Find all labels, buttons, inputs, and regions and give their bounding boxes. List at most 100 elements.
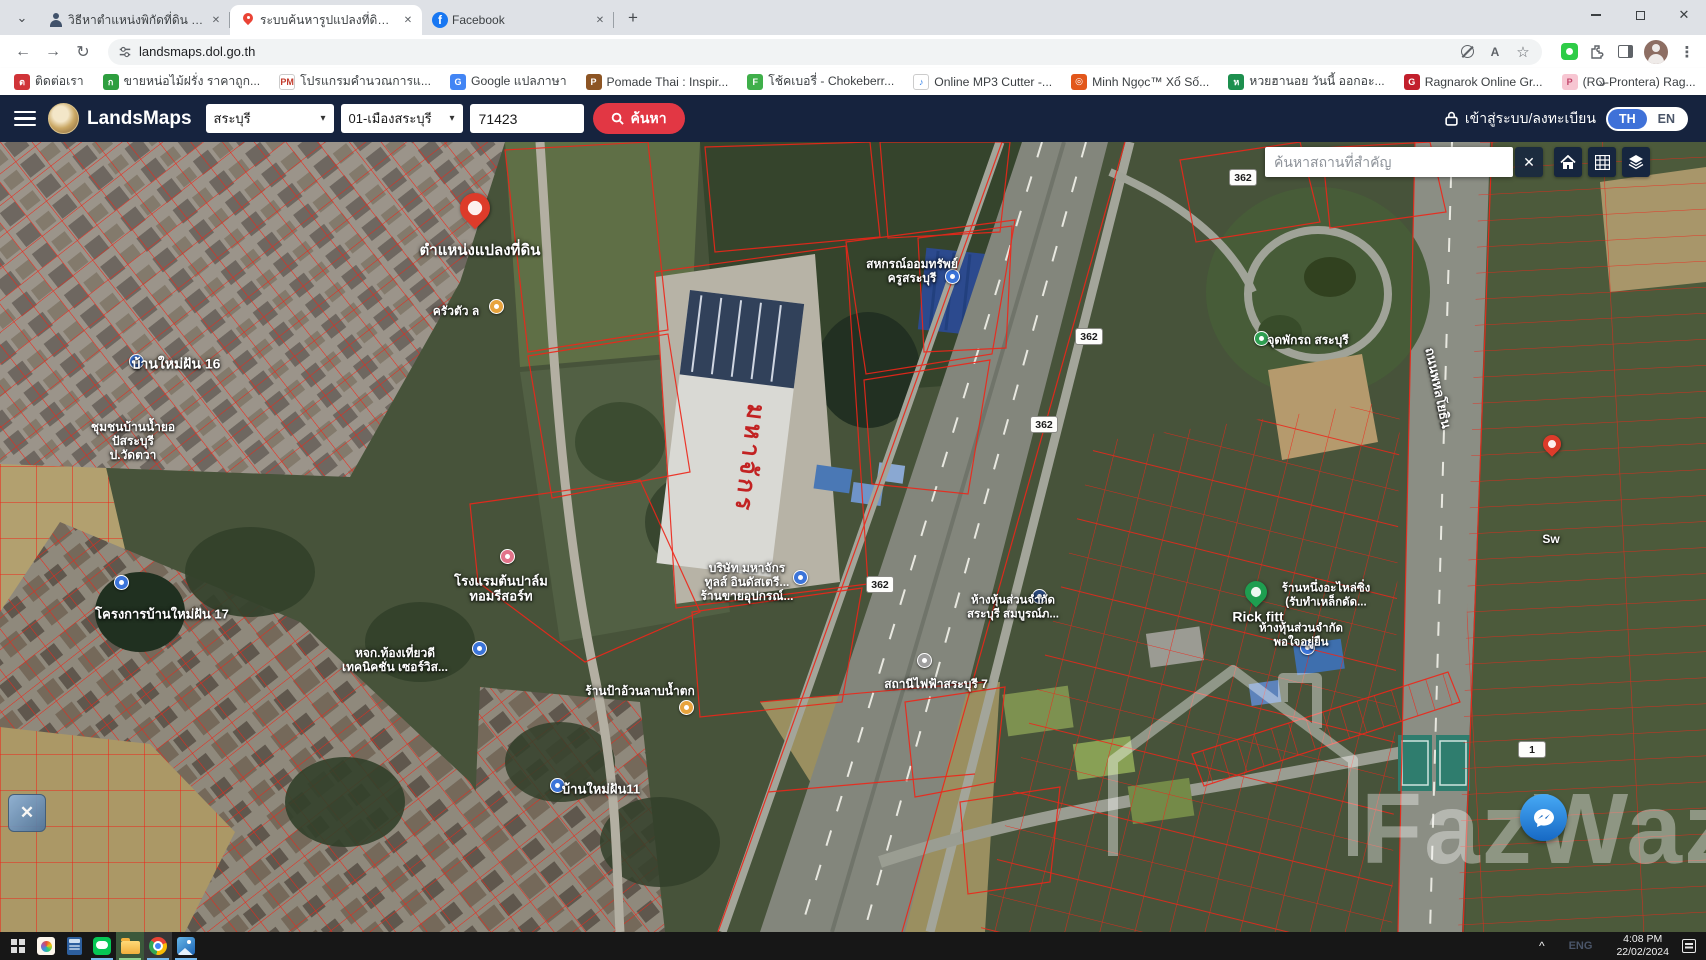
bookmark-favicon: ◎ <box>1071 74 1087 90</box>
tab-search-chevron-icon[interactable]: ⌄ <box>10 6 34 30</box>
taskbar-icon-line[interactable] <box>88 932 116 960</box>
lang-en-button[interactable]: EN <box>1647 109 1686 129</box>
map-viewport[interactable]: มหาจักร <box>0 142 1706 932</box>
bookmark-item[interactable]: PPomade Thai : Inspir... <box>586 72 729 91</box>
browser-tab[interactable]: fFacebook✕ <box>422 5 614 35</box>
map-label: ร้านป้าอ้วนลาบน้ำตก <box>585 684 695 698</box>
map-pin-dot[interactable] <box>500 549 515 564</box>
district-select[interactable]: 01-เมืองสระบุรี ▾ <box>341 104 463 133</box>
map-pin-dot[interactable] <box>489 299 504 314</box>
bookmark-item[interactable]: กขายหน่อไม้ฝรั่ง ราคาถูก... <box>103 72 261 91</box>
map-layers-button[interactable] <box>1622 147 1650 177</box>
bookmark-item[interactable]: GRagnarok Online Gr... <box>1404 72 1543 91</box>
taskbar-icon-start[interactable] <box>4 932 32 960</box>
keyboard-language[interactable]: ENG <box>1558 937 1604 955</box>
bookmark-label: โปรแกรมคำนวณการแ... <box>300 72 431 91</box>
map-pin-dot[interactable] <box>472 641 487 656</box>
bookmark-item[interactable]: G Google แปลภาษา <box>450 72 567 91</box>
reload-button[interactable]: ↻ <box>70 39 96 65</box>
bookmark-item[interactable]: Fโช้คเบอรี่ - Chokeberr... <box>747 72 894 91</box>
map-pin-dot[interactable] <box>917 653 932 668</box>
bookmarks-overflow-chevron[interactable]: » <box>1598 74 1606 90</box>
bookmark-item[interactable]: ♪Online MP3 Cutter -... <box>913 72 1052 91</box>
vpn-disabled-icon[interactable] <box>1458 43 1476 61</box>
translate-icon[interactable]: A <box>1486 43 1504 61</box>
bookmark-favicon: P <box>1562 74 1578 90</box>
tab-close-icon[interactable]: ✕ <box>208 12 224 28</box>
taskbar-icon-chrome[interactable] <box>144 932 172 960</box>
bookmark-label: Ragnarok Online Gr... <box>1425 75 1543 89</box>
address-bar[interactable]: landsmaps.dol.go.th A ☆ <box>108 39 1542 65</box>
bookmark-label: Google แปลภาษา <box>471 72 567 91</box>
taskbar-clock[interactable]: 4:08 PM 22/02/2024 <box>1616 933 1669 958</box>
back-button[interactable]: ← <box>10 39 36 65</box>
route-shield: 362 <box>1229 169 1257 186</box>
taskbar-icon-photos[interactable] <box>172 932 200 960</box>
map-pin-dot[interactable] <box>793 570 808 585</box>
calculator-icon <box>67 937 82 955</box>
map-grid-button[interactable] <box>1588 147 1616 177</box>
map-label: จุดพักรถ สระบุรี <box>1267 333 1348 347</box>
profile-avatar[interactable] <box>1644 40 1668 64</box>
forward-button[interactable]: → <box>40 39 66 65</box>
window-close-button[interactable]: ✕ <box>1662 0 1706 30</box>
province-select[interactable]: สระบุรี ▾ <box>206 104 334 133</box>
route-shield: 1 <box>1518 741 1546 758</box>
bookmark-favicon: PM <box>279 74 295 90</box>
grid-icon <box>1595 155 1610 170</box>
paint-icon <box>37 937 55 955</box>
taskbar-icon-paint[interactable] <box>32 932 60 960</box>
tray-chevron[interactable]: ^ <box>1539 939 1545 953</box>
browser-tab[interactable]: วิธีหาตำแหน่งพิกัดที่ดิน จากเลขที่โฉ...✕ <box>38 5 230 35</box>
route-shield: 362 <box>1075 328 1103 345</box>
system-tray: ^ ENG 4:08 PM 22/02/2024 <box>1539 932 1696 960</box>
parcel-number-input[interactable] <box>470 104 584 133</box>
bookmark-star-icon[interactable]: ☆ <box>1514 43 1532 61</box>
start-icon <box>11 939 26 954</box>
bookmark-item[interactable]: ตติดต่อเรา <box>14 72 84 91</box>
taskbar-icon-calculator[interactable] <box>60 932 88 960</box>
map-tool-button[interactable]: ✕ <box>8 794 46 832</box>
site-settings-icon[interactable] <box>118 45 132 59</box>
bookmark-item[interactable]: P(RO-Prontera) Rag... <box>1562 72 1696 91</box>
map-place-search-input[interactable] <box>1265 147 1513 177</box>
menu-hamburger-icon[interactable] <box>14 111 36 127</box>
window-maximize-button[interactable] <box>1618 0 1662 30</box>
bookmark-favicon: G <box>450 74 466 90</box>
map-pin-dot[interactable] <box>114 575 129 590</box>
window-controls: ✕ <box>1574 0 1706 35</box>
bookmark-item[interactable]: ◎Minh Ngọc™ Xổ Số... <box>1071 72 1209 91</box>
search-button[interactable]: ค้นหา <box>593 103 685 134</box>
bookmark-favicon: ♪ <box>913 74 929 90</box>
tab-facebook-icon: f <box>432 12 448 28</box>
chat-icon <box>1532 807 1556 829</box>
action-center-icon[interactable] <box>1682 939 1696 953</box>
login-register-link[interactable]: เข้าสู่ระบบ/ลงทะเบียน <box>1445 108 1596 130</box>
map-search-clear-button[interactable]: ✕ <box>1515 147 1543 177</box>
browser-tab[interactable]: ระบบค้นหารูปแปลงที่ดิน (LandsMap...✕ <box>230 5 422 35</box>
bookmark-item[interactable]: PM โปรแกรมคำนวณการแ... <box>279 72 431 91</box>
lang-th-button[interactable]: TH <box>1608 109 1647 129</box>
bookmarks-container: ตติดต่อเรา กขายหน่อไม้ฝรั่ง ราคาถูก... PM โ… <box>14 72 1706 91</box>
map-pin-dot[interactable] <box>679 700 694 715</box>
bookmark-label: โช้คเบอรี่ - Chokeberr... <box>768 72 894 91</box>
tab-title: วิธีหาตำแหน่งพิกัดที่ดิน จากเลขที่โฉ... <box>68 11 204 30</box>
bookmark-item[interactable]: หหวยฮานอย วันนี้ ออกอะ... <box>1228 72 1384 91</box>
window-minimize-button[interactable] <box>1574 0 1618 30</box>
chat-bubble-button[interactable] <box>1520 794 1567 841</box>
browser-menu-icon[interactable]: ⋮ <box>1678 43 1696 61</box>
tab-close-icon[interactable]: ✕ <box>592 12 608 28</box>
side-panel-icon[interactable] <box>1616 43 1634 61</box>
tab-person-icon <box>48 12 64 28</box>
extensions-puzzle-icon[interactable] <box>1588 43 1606 61</box>
extension-line-icon[interactable] <box>1560 43 1578 61</box>
browser-tab-strip: ⌄ วิธีหาตำแหน่งพิกัดที่ดิน จากเลขที่โฉ..… <box>0 0 1706 35</box>
map-home-button[interactable] <box>1554 147 1582 177</box>
language-toggle: TH EN <box>1606 107 1688 131</box>
lock-icon <box>1445 111 1458 126</box>
taskbar-icon-file-explorer[interactable] <box>116 932 144 960</box>
tab-close-icon[interactable]: ✕ <box>400 12 416 28</box>
satellite-map-image: มหาจักร <box>0 142 1706 932</box>
new-tab-button[interactable]: + <box>620 5 646 31</box>
search-button-label: ค้นหา <box>631 108 667 130</box>
